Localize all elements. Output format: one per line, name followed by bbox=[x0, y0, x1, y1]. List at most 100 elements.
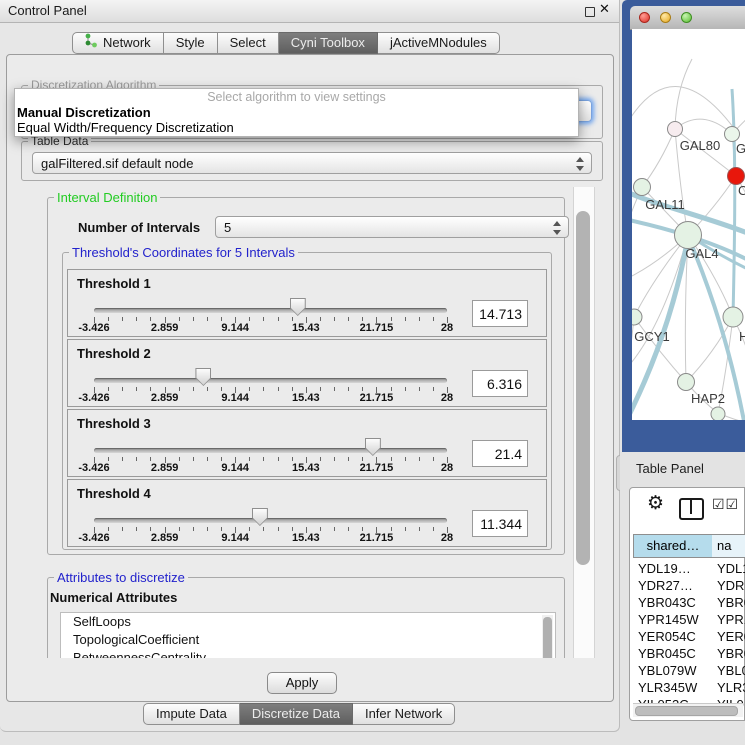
slider-tick bbox=[136, 387, 137, 391]
number-of-intervals-combo[interactable]: 5 bbox=[215, 216, 569, 238]
close-traffic-light[interactable] bbox=[639, 12, 650, 23]
table-cell-shared-name[interactable]: YPR145W bbox=[638, 612, 699, 627]
network-node-h[interactable] bbox=[723, 307, 743, 327]
slider-tick bbox=[292, 387, 293, 391]
slider-tick bbox=[334, 457, 335, 461]
table-cell-name[interactable]: YER0 bbox=[717, 629, 745, 644]
slider-tick bbox=[405, 527, 406, 531]
threshold-value-field[interactable]: 11.344 bbox=[472, 510, 528, 537]
table-cell-shared-name[interactable]: YER054C bbox=[638, 629, 696, 644]
tab-label: Impute Data bbox=[156, 704, 227, 724]
slider-tick-label: 9.144 bbox=[221, 322, 249, 334]
interval-definition-label: Interval Definition bbox=[54, 190, 160, 205]
threshold-value-field[interactable]: 6.316 bbox=[472, 370, 528, 397]
slider-tick bbox=[249, 317, 250, 321]
float-window-icon[interactable] bbox=[585, 7, 595, 17]
slider-thumb[interactable] bbox=[290, 298, 306, 316]
slider-tick bbox=[320, 457, 321, 461]
table-cell-name[interactable]: YBR0 bbox=[717, 646, 745, 661]
settings-scrollbar-thumb[interactable] bbox=[576, 211, 590, 565]
network-node-gcy1[interactable] bbox=[632, 309, 642, 325]
table-cell-shared-name[interactable]: YBR045C bbox=[638, 646, 696, 661]
slider-tick bbox=[249, 457, 250, 461]
tab-select[interactable]: Select bbox=[218, 32, 279, 54]
tab-impute-data[interactable]: Impute Data bbox=[143, 703, 240, 725]
network-edge bbox=[642, 129, 675, 187]
slider-tick bbox=[249, 527, 250, 531]
slider-thumb[interactable] bbox=[195, 368, 211, 386]
network-canvas[interactable]: GAL80GACGAL11GAL4GCY1HHAP2 bbox=[632, 29, 745, 420]
threshold-value-field[interactable]: 14.713 bbox=[472, 300, 528, 327]
table-cell-name[interactable]: YDL1 bbox=[717, 561, 745, 576]
table-cell-shared-name[interactable]: YLR345W bbox=[638, 680, 697, 695]
slider-track[interactable] bbox=[94, 448, 447, 453]
table-cell-name[interactable]: YPR1 bbox=[717, 612, 745, 627]
network-node-gal4[interactable] bbox=[675, 222, 702, 249]
attributes-group: Attributes to discretize Numerical Attri… bbox=[47, 577, 565, 658]
network-node-gal80[interactable] bbox=[668, 122, 683, 137]
dropdown-prompt-item[interactable]: Select algorithm to view settings bbox=[15, 90, 578, 104]
table-cell-shared-name[interactable]: YBL079W bbox=[638, 663, 697, 678]
slider-tick bbox=[405, 457, 406, 461]
slider-track[interactable] bbox=[94, 518, 447, 523]
table-data-group: Table Data galFiltered.sif default node bbox=[21, 141, 603, 181]
table-hscrollbar[interactable] bbox=[633, 703, 743, 717]
network-window-titlebar bbox=[630, 6, 745, 30]
tab-cyni-toolbox[interactable]: Cyni Toolbox bbox=[279, 32, 378, 54]
column-header-name[interactable]: na bbox=[712, 534, 745, 558]
tab-style[interactable]: Style bbox=[164, 32, 218, 54]
table-data-combo[interactable]: galFiltered.sif default node bbox=[32, 152, 592, 174]
attribute-list-item[interactable]: TopologicalCoefficient bbox=[61, 631, 555, 649]
tab-discretize-data[interactable]: Discretize Data bbox=[240, 703, 353, 725]
close-icon[interactable]: ✕ bbox=[599, 2, 610, 17]
slider-thumb[interactable] bbox=[252, 508, 268, 526]
dropdown-option-manual[interactable]: Manual Discretization bbox=[17, 105, 151, 120]
attribute-list-item[interactable]: SelfLoops bbox=[61, 613, 555, 631]
table-cell-shared-name[interactable]: YDR27… bbox=[638, 578, 693, 593]
slider-tick-label: 28 bbox=[441, 532, 453, 544]
slider-tick bbox=[193, 387, 194, 391]
table-cell-name[interactable]: YBR0 bbox=[717, 595, 745, 610]
table-cell-name[interactable]: YDR2 bbox=[717, 578, 745, 593]
slider-tick-label: 15.43 bbox=[292, 322, 320, 334]
network-node-b1[interactable] bbox=[711, 407, 725, 420]
top-tab-bar: NetworkStyleSelect Cyni Toolbox jActiveMNo… bbox=[72, 32, 500, 54]
column-header-shared[interactable]: shared… bbox=[633, 534, 713, 558]
tab-infer-network[interactable]: Infer Network bbox=[353, 703, 455, 725]
threshold-value-field[interactable]: 21.4 bbox=[472, 440, 528, 467]
dropdown-option-equal-width[interactable]: Equal Width/Frequency Discretization bbox=[17, 120, 234, 135]
columns-icon[interactable] bbox=[679, 498, 704, 520]
slider-tick bbox=[348, 317, 349, 321]
tab-label: Cyni Toolbox bbox=[291, 33, 365, 53]
table-cell-name[interactable]: YLR3 bbox=[717, 680, 745, 695]
threshold-coordinates-label: Threshold's Coordinates for 5 Intervals bbox=[69, 245, 298, 260]
slider-tick-label: 21.715 bbox=[360, 322, 394, 334]
slider-track[interactable] bbox=[94, 378, 447, 383]
table-cell-name[interactable]: YBL0 bbox=[717, 663, 745, 678]
network-edge bbox=[675, 119, 732, 134]
network-node-red[interactable] bbox=[728, 168, 745, 185]
list-scrollbar[interactable] bbox=[542, 615, 553, 658]
tab-jactivemnodules[interactable]: jActiveMNodules bbox=[378, 32, 500, 54]
numerical-attributes-list[interactable]: SelfLoopsTopologicalCoefficientBetweenne… bbox=[60, 612, 556, 658]
slider-tick-label: -3.426 bbox=[78, 532, 109, 544]
gear-icon[interactable]: ⚙ bbox=[647, 492, 664, 514]
tab-network[interactable]: Network bbox=[72, 32, 164, 54]
combo-arrows-icon bbox=[576, 157, 584, 171]
apply-button[interactable]: Apply bbox=[267, 672, 337, 694]
table-cell-shared-name[interactable]: YDL19… bbox=[638, 561, 691, 576]
table-cell-shared-name[interactable]: YBR043C bbox=[638, 595, 696, 610]
minimize-traffic-light[interactable] bbox=[660, 12, 671, 23]
slider-thumb[interactable] bbox=[365, 438, 381, 456]
zoom-traffic-light[interactable] bbox=[681, 12, 692, 23]
network-edge-highlighted bbox=[732, 89, 735, 317]
network-node-ga[interactable] bbox=[725, 127, 740, 142]
slider-tick bbox=[207, 387, 208, 391]
slider-tick bbox=[362, 457, 363, 461]
slider-track[interactable] bbox=[94, 308, 447, 313]
checkbox-icons[interactable]: ☑☑ bbox=[712, 497, 739, 513]
slider-tick bbox=[334, 387, 335, 391]
network-node-hap2[interactable] bbox=[678, 374, 695, 391]
network-node-gal11[interactable] bbox=[634, 179, 651, 196]
attribute-list-item[interactable]: BetweennessCentrality bbox=[61, 649, 555, 658]
